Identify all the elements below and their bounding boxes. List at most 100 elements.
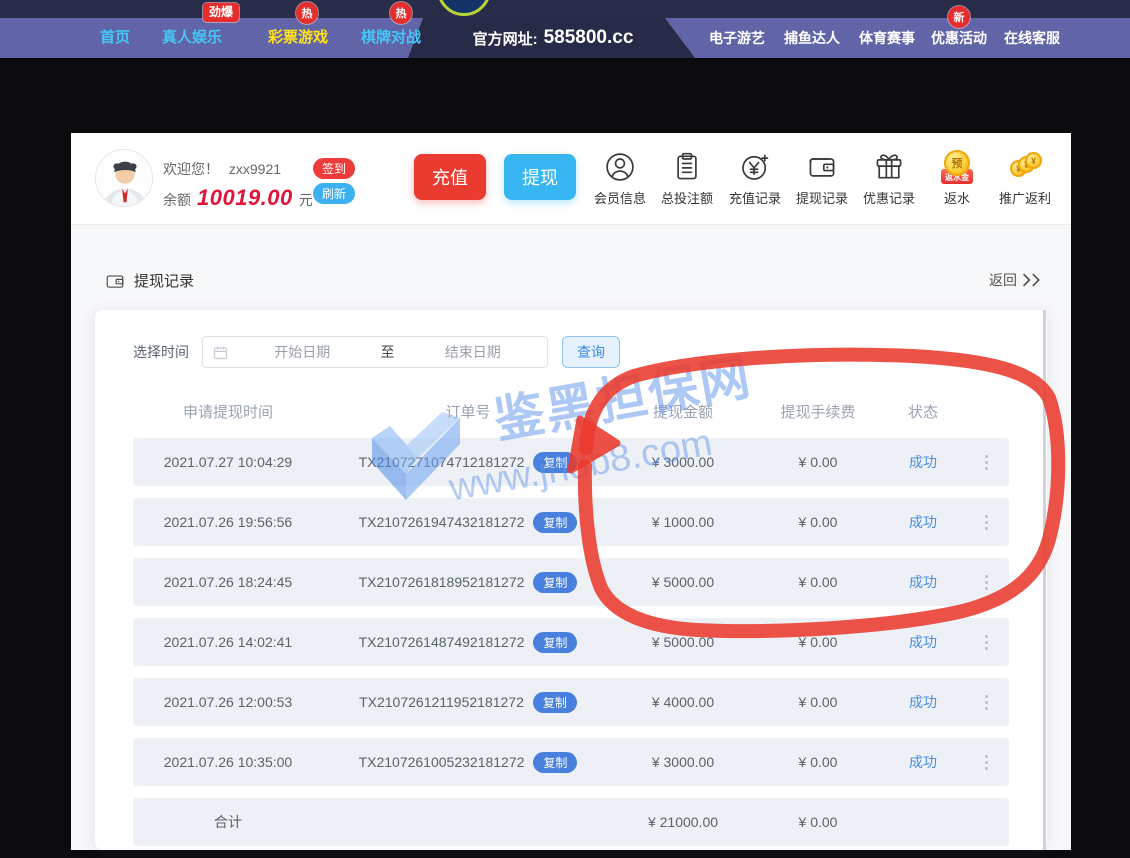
status-link[interactable]: 成功 bbox=[909, 514, 937, 530]
quick-menu-label: 提现记录 bbox=[796, 188, 848, 207]
withdraw-button[interactable]: 提现 bbox=[504, 154, 576, 200]
nav-label: 在线客服 bbox=[1004, 30, 1060, 46]
cell-apply-time: 2021.07.26 18:24:45 bbox=[133, 574, 323, 590]
status-link[interactable]: 成功 bbox=[909, 634, 937, 650]
table-row: 2021.07.26 14:02:41 TX210726148749218127… bbox=[133, 618, 1009, 666]
table-body: 2021.07.27 10:04:29 TX210727107471218127… bbox=[133, 438, 1009, 786]
nav-item-fishing[interactable]: 捕鱼达人 bbox=[784, 18, 840, 58]
member-info-icon bbox=[603, 150, 637, 184]
cell-order-no: TX2107261005232181272 复制 bbox=[323, 752, 613, 773]
total-bets-icon bbox=[670, 150, 704, 184]
copy-button[interactable]: 复制 bbox=[533, 692, 577, 713]
table-header-row: 申请提现时间 订单号 提现金额 提现手续费 状态 bbox=[133, 395, 1009, 428]
order-number: TX2107261487492181272 bbox=[359, 634, 525, 650]
avatar-illustration bbox=[96, 150, 153, 207]
official-url-value: 585800.cc bbox=[544, 27, 634, 49]
balance-amount: 10019.00 bbox=[197, 185, 293, 211]
order-number: TX2107261211952181272 bbox=[359, 694, 524, 710]
nav-label: 首页 bbox=[100, 29, 130, 46]
quick-menu-recharge-record[interactable]: 充值记录 bbox=[724, 150, 786, 210]
hot-badge-board-games: 热 bbox=[390, 2, 412, 24]
hot-badge-lottery: 热 bbox=[296, 2, 318, 24]
calendar-icon bbox=[213, 345, 228, 360]
nav-label: 电子游艺 bbox=[709, 30, 765, 46]
nav-item-home[interactable]: 首页 bbox=[100, 18, 130, 58]
nav-label: 优惠活动 bbox=[931, 30, 987, 46]
rebate-coin: 预 bbox=[944, 150, 970, 176]
double-chevron-right-icon bbox=[1021, 273, 1043, 287]
table-row: 2021.07.27 10:04:29 TX210727107471218127… bbox=[133, 438, 1009, 486]
rebate-icon: 返水金 预 bbox=[940, 150, 974, 184]
quick-menu-label: 返水 bbox=[944, 188, 970, 207]
official-url: 官方网址: 585800.cc bbox=[408, 18, 698, 58]
quick-menu-withdraw-record[interactable]: 提现记录 bbox=[791, 150, 853, 210]
order-number: TX2107261947432181272 bbox=[359, 514, 525, 530]
cell-fee: ¥ 0.00 bbox=[753, 754, 883, 770]
cell-fee: ¥ 0.00 bbox=[753, 454, 883, 470]
welcome-text: 欢迎您！ bbox=[163, 161, 219, 177]
copy-button[interactable]: 复制 bbox=[533, 752, 577, 773]
currency-label: 元 bbox=[299, 190, 313, 210]
new-badge-promotions: 新 bbox=[948, 6, 970, 28]
nav-item-live-casino[interactable]: 真人娱乐 bbox=[162, 18, 222, 58]
back-link[interactable]: 返回 bbox=[989, 270, 1043, 290]
row-menu-button[interactable] bbox=[981, 691, 992, 714]
refresh-balance-button[interactable]: 刷新 bbox=[313, 183, 355, 204]
signin-button[interactable]: 签到 bbox=[313, 158, 355, 179]
nav-item-slots[interactable]: 电子游艺 bbox=[709, 18, 765, 58]
quick-menu-rebate[interactable]: 返水金 预 返水 bbox=[926, 150, 988, 210]
cell-order-no: TX2107261818952181272 复制 bbox=[323, 572, 613, 593]
cell-fee: ¥ 0.00 bbox=[753, 694, 883, 710]
nav-item-customer-service[interactable]: 在线客服 bbox=[1004, 18, 1060, 58]
balance-label: 余额 bbox=[163, 190, 191, 210]
copy-button[interactable]: 复制 bbox=[533, 572, 577, 593]
user-info-bar: 欢迎您！ zxx9921 余额 10019.00 元 签到 刷新 充值 提现 会… bbox=[71, 133, 1071, 225]
table-row: 2021.07.26 10:35:00 TX210726100523218127… bbox=[133, 738, 1009, 786]
quick-menu-label: 推广返利 bbox=[999, 188, 1051, 207]
nav-item-sports[interactable]: 体育赛事 bbox=[859, 18, 915, 58]
section-head: 提现记录 返回 bbox=[71, 268, 1071, 298]
copy-button[interactable]: 复制 bbox=[533, 452, 577, 473]
status-link[interactable]: 成功 bbox=[909, 694, 937, 710]
date-filter-row: 选择时间 开始日期 至 结束日期 查询 bbox=[133, 336, 620, 368]
quick-menu-total-bets[interactable]: 总投注额 bbox=[656, 150, 718, 210]
nav-label: 捕鱼达人 bbox=[784, 30, 840, 46]
status-link[interactable]: 成功 bbox=[909, 574, 937, 590]
date-range-input[interactable]: 开始日期 至 结束日期 bbox=[202, 336, 548, 368]
withdraw-record-icon bbox=[805, 150, 839, 184]
cell-fee: ¥ 0.00 bbox=[753, 514, 883, 530]
col-header-fee: 提现手续费 bbox=[753, 401, 883, 422]
status-link[interactable]: 成功 bbox=[909, 754, 937, 770]
back-label: 返回 bbox=[989, 270, 1017, 290]
query-button[interactable]: 查询 bbox=[562, 336, 620, 368]
order-number: TX2107261818952181272 bbox=[359, 574, 525, 590]
promo-record-icon bbox=[872, 150, 906, 184]
cell-amount: ¥ 5000.00 bbox=[613, 634, 753, 650]
cell-fee: ¥ 0.00 bbox=[753, 634, 883, 650]
row-menu-button[interactable] bbox=[981, 631, 992, 654]
recharge-button[interactable]: 充值 bbox=[414, 154, 486, 200]
row-menu-button[interactable] bbox=[981, 571, 992, 594]
row-menu-button[interactable] bbox=[981, 451, 992, 474]
status-link[interactable]: 成功 bbox=[909, 454, 937, 470]
quick-menu-promo-record[interactable]: 优惠记录 bbox=[858, 150, 920, 210]
nav-label: 真人娱乐 bbox=[162, 29, 222, 46]
row-menu-button[interactable] bbox=[981, 751, 992, 774]
row-menu-button[interactable] bbox=[981, 511, 992, 534]
withdraw-table: 申请提现时间 订单号 提现金额 提现手续费 状态 2021.07.27 10:0… bbox=[133, 395, 1009, 858]
cell-order-no: TX2107261947432181272 复制 bbox=[323, 512, 613, 533]
col-header-amount: 提现金额 bbox=[613, 401, 753, 422]
table-row: 2021.07.26 18:24:45 TX210726181895218127… bbox=[133, 558, 1009, 606]
quick-menu-label: 优惠记录 bbox=[863, 188, 915, 207]
cell-apply-time: 2021.07.26 12:00:53 bbox=[133, 694, 323, 710]
quick-menu-member-info[interactable]: 会员信息 bbox=[589, 150, 651, 210]
user-avatar[interactable] bbox=[95, 149, 153, 207]
main-navbar: 首页 真人娱乐 彩票游戏 棋牌对战 劲爆 热 热 新 官方网址: 585800.… bbox=[0, 18, 1130, 58]
quick-menu-referral-rebate[interactable]: ¥ ¥ ¥ 推广返利 bbox=[994, 150, 1056, 210]
referral-rebate-icon: ¥ ¥ ¥ bbox=[1008, 150, 1042, 184]
nav-item-lottery[interactable]: 彩票游戏 bbox=[268, 18, 328, 58]
copy-button[interactable]: 复制 bbox=[533, 512, 577, 533]
date-range-separator: 至 bbox=[377, 342, 399, 362]
recharge-record-icon bbox=[738, 150, 772, 184]
copy-button[interactable]: 复制 bbox=[533, 632, 577, 653]
